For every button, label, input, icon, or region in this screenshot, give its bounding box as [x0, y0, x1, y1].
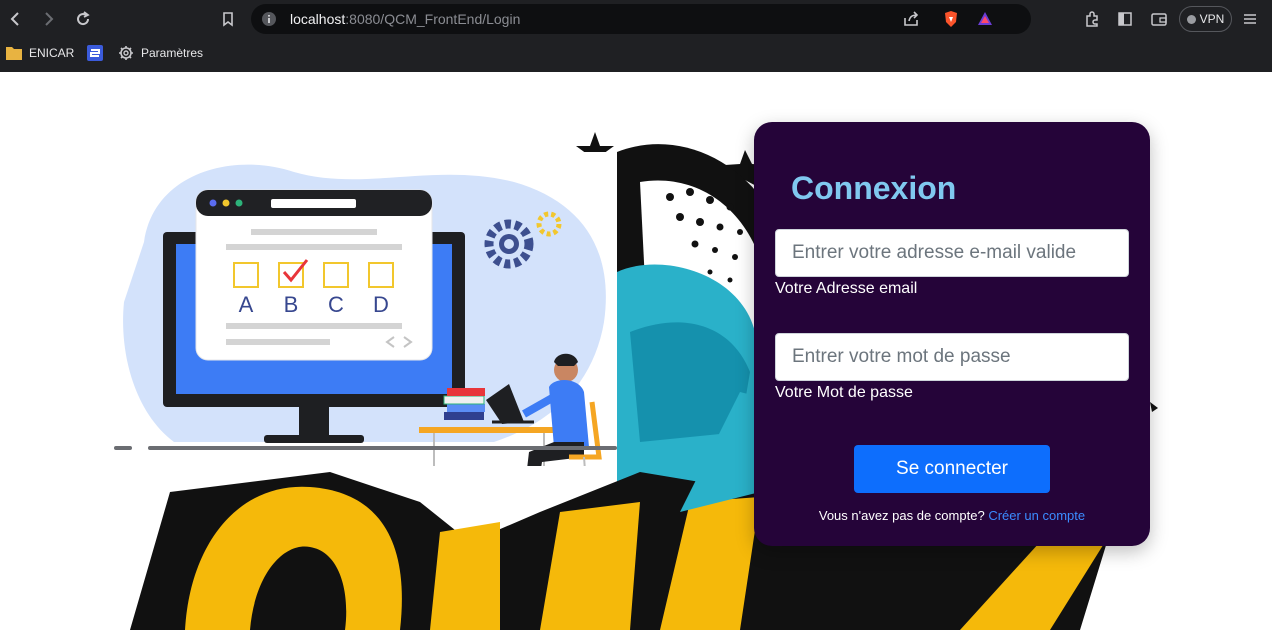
- login-card: Connexion Votre Adresse email Votre Mot …: [754, 122, 1150, 546]
- reload-icon[interactable]: [71, 7, 95, 31]
- wallet-icon[interactable]: [1147, 7, 1171, 31]
- brave-shields-icon[interactable]: [941, 9, 961, 29]
- share-icon[interactable]: [901, 9, 921, 29]
- url-path: :8080/QCM_FrontEnd/Login: [345, 11, 521, 27]
- info-icon[interactable]: [261, 11, 277, 27]
- email-label: Votre Adresse email: [775, 280, 918, 297]
- sidebar-icon[interactable]: [1113, 7, 1137, 31]
- bookmark-icon[interactable]: [216, 7, 240, 31]
- vpn-label: VPN: [1199, 12, 1225, 26]
- app-shortcut-icon: [87, 45, 103, 61]
- menu-icon[interactable]: [1238, 7, 1262, 31]
- bookmark-parametres[interactable]: Paramètres: [118, 44, 203, 62]
- bookmark-enicar[interactable]: ENICAR: [6, 44, 74, 62]
- url-text: localhost:8080/QCM_FrontEnd/Login: [290, 11, 520, 27]
- url-host: localhost: [290, 11, 346, 27]
- folder-icon: [6, 47, 22, 60]
- vpn-button[interactable]: VPN: [1179, 6, 1232, 32]
- books-icon: [443, 388, 485, 420]
- qcm-illustration: A B C D: [114, 152, 617, 466]
- address-bar[interactable]: localhost:8080/QCM_FrontEnd/Login: [251, 4, 1031, 34]
- option-d: D: [373, 292, 389, 317]
- login-title: Connexion: [791, 170, 957, 206]
- brave-rewards-icon[interactable]: [975, 9, 995, 29]
- browser-chrome: localhost:8080/QCM_FrontEnd/Login VPN EN…: [0, 0, 1272, 72]
- signup-prompt: Vous n'avez pas de compte? Créer un comp…: [754, 508, 1150, 523]
- option-c: C: [328, 292, 344, 317]
- password-label: Votre Mot de passe: [775, 384, 913, 401]
- vpn-status-icon: [1186, 14, 1196, 24]
- signup-link[interactable]: Créer un compte: [988, 508, 1085, 523]
- option-a: A: [239, 292, 254, 317]
- option-b: B: [284, 292, 299, 317]
- signup-text: Vous n'avez pas de compte?: [818, 508, 985, 523]
- forward-icon[interactable]: [36, 7, 60, 31]
- extensions-icon[interactable]: [1080, 7, 1104, 31]
- login-page: A B C D Connexion Entrer votre adresse e…: [0, 72, 1272, 630]
- bookmark-label: Paramètres: [141, 46, 204, 60]
- email-input[interactable]: [775, 229, 1129, 277]
- login-button[interactable]: Se connecter: [854, 445, 1050, 493]
- bookmark-app-shortcut[interactable]: [87, 44, 103, 62]
- browser-toolbar: localhost:8080/QCM_FrontEnd/Login VPN: [0, 0, 1272, 38]
- gear-icon: [119, 46, 133, 60]
- bookmarks-bar: ENICAR Paramètres: [0, 40, 1272, 66]
- bookmark-label: ENICAR: [29, 46, 75, 60]
- back-icon[interactable]: [4, 7, 28, 31]
- password-input[interactable]: [775, 333, 1129, 381]
